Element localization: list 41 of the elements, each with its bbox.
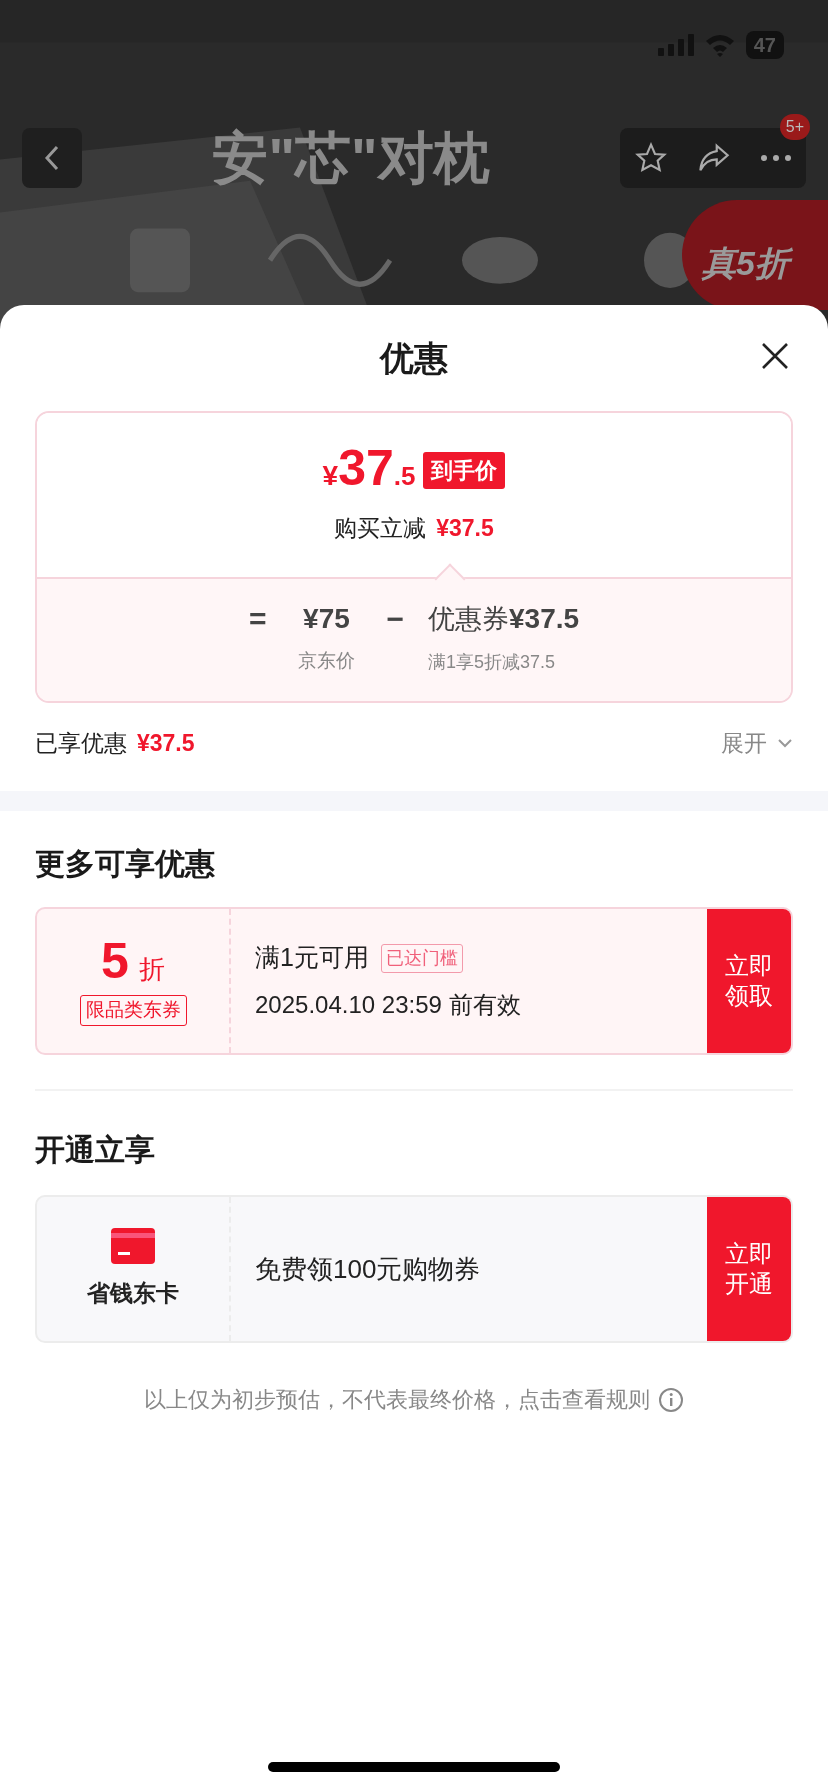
- claim-button[interactable]: 立即领取: [707, 909, 791, 1053]
- share-icon[interactable]: [697, 143, 731, 173]
- chevron-icon: [777, 738, 793, 748]
- base-price-label: 京东价: [297, 649, 355, 673]
- activate-button[interactable]: 立即开通: [707, 1197, 791, 1341]
- discount-value: 5: [101, 936, 129, 987]
- back-icon: [44, 145, 60, 171]
- discount-unit: 折: [138, 953, 165, 987]
- promo-badge: 真5折: [682, 200, 828, 310]
- coupon-amount: ¥37.5: [509, 602, 580, 636]
- star-icon[interactable]: [635, 142, 667, 174]
- price-tag: 到手价: [423, 452, 506, 489]
- battery-level: 47: [745, 31, 784, 59]
- final-price: ¥37.5: [322, 443, 416, 497]
- membership-offer: 免费领100元购物券: [255, 1252, 481, 1286]
- enjoyed-discount-label: 已享优惠: [35, 728, 127, 758]
- coupon-validity: 2025.04.10 23:59 前有效: [255, 989, 522, 1020]
- minus-sign: −: [386, 601, 404, 637]
- section-title: 更多可享优惠: [35, 846, 216, 882]
- expand-button[interactable]: 展开: [721, 725, 793, 761]
- coupon-category-tag: 限品类东券: [79, 995, 187, 1026]
- coupon-name: 优惠券: [428, 603, 509, 636]
- sheet-title: 优惠: [380, 337, 448, 379]
- card-icon: [111, 1227, 155, 1264]
- disclaimer-text: 以上仅为初步预估，不代表最终价格，点击查看规则: [144, 1386, 650, 1414]
- more-icon[interactable]: [761, 155, 791, 161]
- section-title: 开通立享: [35, 1132, 156, 1168]
- signal-icon: [657, 34, 694, 56]
- enjoyed-discount-amount: ¥37.5: [137, 728, 195, 758]
- close-button[interactable]: [760, 341, 790, 371]
- membership-name: 省钱东卡: [87, 1278, 179, 1308]
- base-price: ¥75: [303, 602, 350, 636]
- threshold-badge: 已达门槛: [380, 943, 463, 973]
- instant-discount-amount: ¥37.5: [436, 514, 494, 543]
- product-title: 安"芯"对枕: [212, 125, 490, 191]
- equals-sign: =: [248, 601, 267, 637]
- coupon-condition: 满1元可用: [255, 942, 369, 974]
- instant-discount-label: 购买立减: [334, 514, 427, 543]
- coupon-rule: 满1享5折减37.5: [428, 651, 556, 674]
- info-icon[interactable]: [658, 1386, 684, 1413]
- back-button[interactable]: [22, 128, 82, 188]
